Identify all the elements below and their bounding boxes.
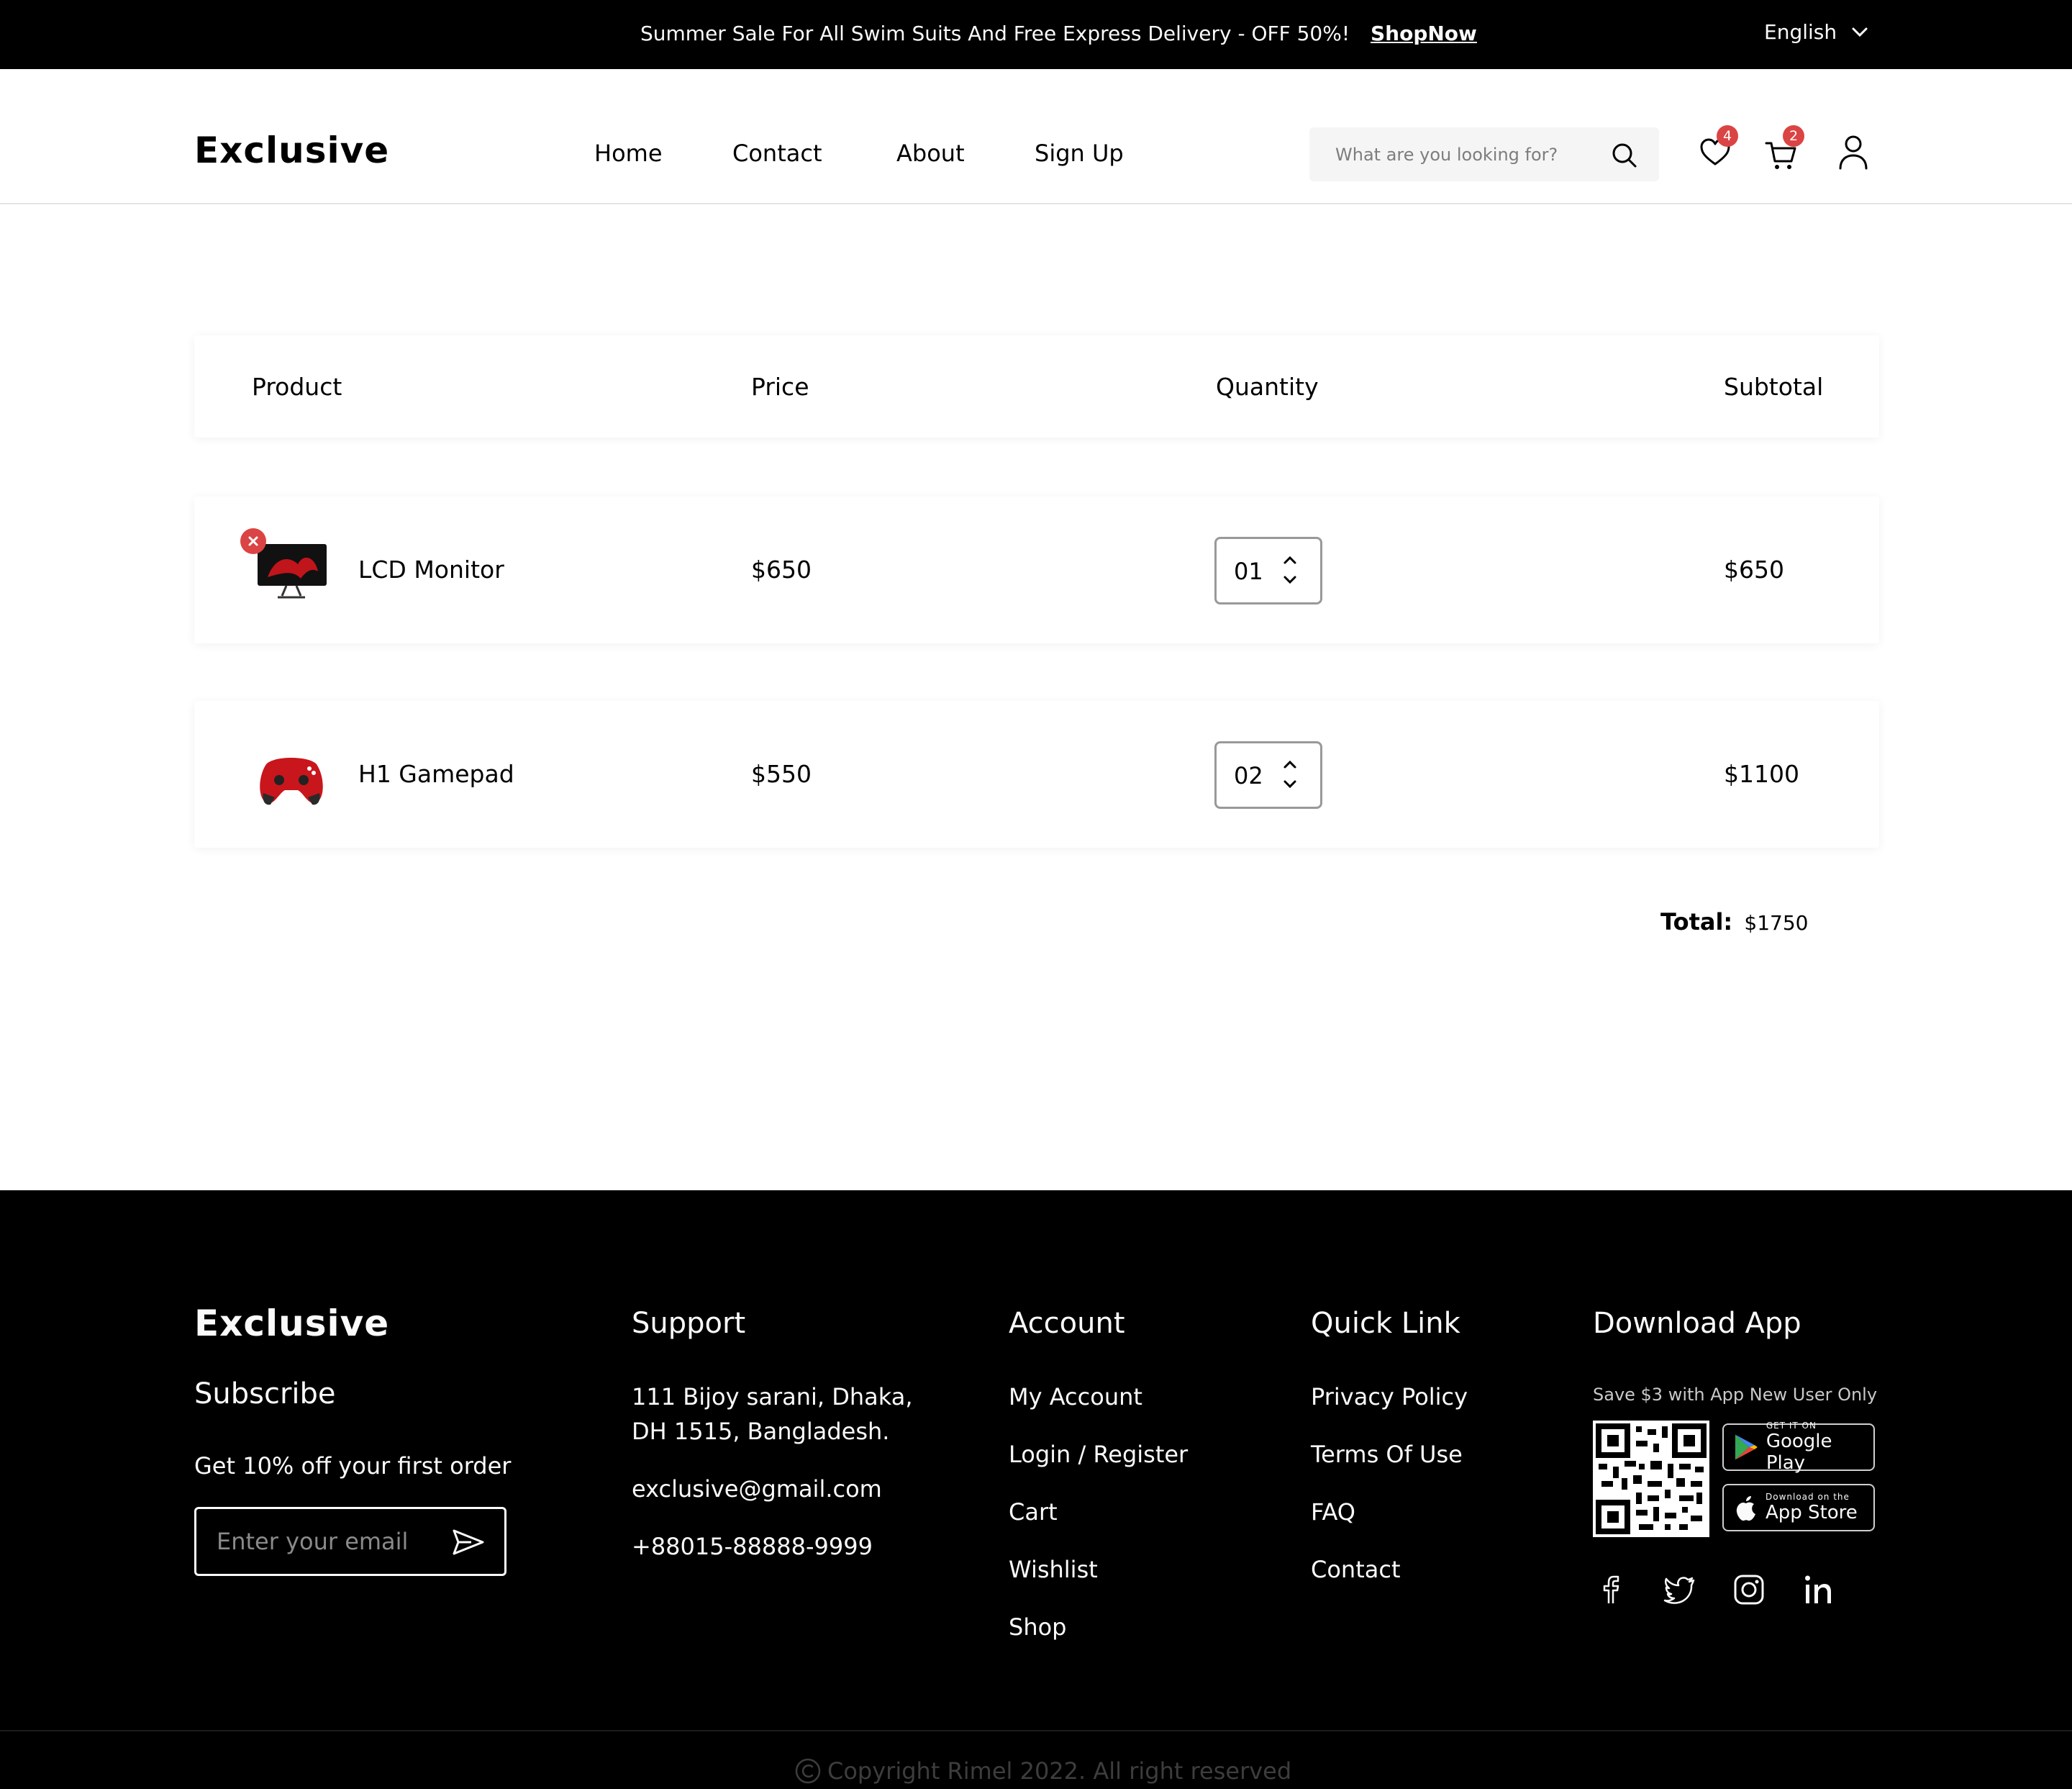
chevron-down-icon[interactable] xyxy=(1281,574,1299,586)
language-selector[interactable]: English xyxy=(1764,20,1868,44)
wishlist-count-badge: 4 xyxy=(1717,125,1738,147)
product-price: $550 xyxy=(751,760,812,788)
chevron-up-icon[interactable] xyxy=(1281,758,1299,771)
product-price: $650 xyxy=(751,556,812,584)
language-label: English xyxy=(1764,20,1837,44)
cart-row: H1 Gamepad $550 02 $1100 xyxy=(194,701,1879,848)
footer-link-contact[interactable]: Contact xyxy=(1311,1556,1401,1583)
google-play-big-text: Google Play xyxy=(1766,1431,1832,1474)
copyright-icon xyxy=(795,1758,821,1784)
search-bar xyxy=(1309,127,1659,181)
nav-sign-up[interactable]: Sign Up xyxy=(1035,140,1124,167)
site-header: Exclusive Home Contact About Sign Up 4 2 xyxy=(0,69,2072,204)
promo-text-wrap: Summer Sale For All Swim Suits And Free … xyxy=(640,22,1477,45)
column-subtotal: Subtotal xyxy=(1724,373,1824,401)
subscribe-title: Subscribe xyxy=(194,1377,336,1410)
footer-logo[interactable]: Exclusive xyxy=(194,1303,389,1344)
subscribe-form xyxy=(194,1507,506,1576)
send-icon[interactable] xyxy=(451,1528,486,1557)
column-quantity: Quantity xyxy=(1216,373,1319,401)
quick-link-title: Quick Link xyxy=(1311,1307,1460,1340)
instagram-icon[interactable] xyxy=(1731,1572,1767,1608)
footer-link-wishlist[interactable]: Wishlist xyxy=(1009,1556,1098,1583)
cart-count-badge: 2 xyxy=(1783,125,1804,147)
announcement-bar: Summer Sale For All Swim Suits And Free … xyxy=(0,0,2072,69)
promo-text: Summer Sale For All Swim Suits And Free … xyxy=(640,22,1350,45)
footer-divider xyxy=(0,1730,2072,1731)
search-input[interactable] xyxy=(1335,127,1609,181)
footer-link-privacy-policy[interactable]: Privacy Policy xyxy=(1311,1383,1468,1410)
product-subtotal: $1100 xyxy=(1724,760,1799,788)
chevron-down-icon xyxy=(1852,27,1868,37)
google-play-icon xyxy=(1735,1434,1758,1460)
cart-button[interactable]: 2 xyxy=(1764,125,1804,176)
app-store-big-text: App Store xyxy=(1766,1502,1858,1523)
total-value: $1750 xyxy=(1744,911,1809,935)
google-play-button[interactable]: GET IT ON Google Play xyxy=(1722,1421,1875,1474)
column-product: Product xyxy=(252,373,342,401)
gamepad-image xyxy=(260,758,323,805)
nav-contact[interactable]: Contact xyxy=(732,140,822,167)
search-icon[interactable] xyxy=(1610,141,1639,170)
product-name[interactable]: H1 Gamepad xyxy=(358,760,514,788)
qr-code-image xyxy=(1596,1423,1707,1534)
column-price: Price xyxy=(751,373,809,401)
support-address-line1: 111 Bijoy sarani, Dhaka, xyxy=(632,1383,913,1410)
footer-link-terms-of-use[interactable]: Terms Of Use xyxy=(1311,1441,1463,1468)
cart-row: LCD Monitor $650 01 $650 xyxy=(194,497,1879,643)
subscribe-text: Get 10% off your first order xyxy=(194,1452,512,1480)
account-button[interactable] xyxy=(1836,134,1873,171)
product-subtotal: $650 xyxy=(1724,556,1784,584)
apple-icon xyxy=(1736,1496,1755,1521)
support-phone[interactable]: +88015-88888-9999 xyxy=(632,1533,873,1560)
site-footer: Exclusive Subscribe Get 10% off your fir… xyxy=(0,1190,2072,1789)
shop-now-link[interactable]: ShopNow xyxy=(1371,22,1477,45)
cart-table-header: Product Price Quantity Subtotal xyxy=(194,335,1879,438)
close-icon xyxy=(248,536,258,546)
site-logo[interactable]: Exclusive xyxy=(194,130,389,171)
quantity-stepper[interactable]: 01 xyxy=(1214,537,1322,604)
user-icon xyxy=(1839,135,1868,170)
app-store-text: Download on the App Store xyxy=(1766,1492,1858,1523)
copyright: Copyright Rimel 2022. All right reserved xyxy=(794,1757,1291,1785)
footer-link-my-account[interactable]: My Account xyxy=(1009,1383,1142,1410)
quantity-value: 02 xyxy=(1234,762,1263,789)
qr-code xyxy=(1593,1421,1709,1537)
remove-item-button[interactable] xyxy=(240,528,266,554)
cart-total: Total: $1750 xyxy=(1660,908,1808,936)
email-input[interactable] xyxy=(217,1509,432,1574)
support-email[interactable]: exclusive@gmail.com xyxy=(632,1475,882,1503)
footer-link-faq[interactable]: FAQ xyxy=(1311,1498,1355,1526)
quantity-stepper[interactable]: 02 xyxy=(1214,741,1322,809)
wishlist-button[interactable]: 4 xyxy=(1698,125,1738,173)
chevron-down-icon[interactable] xyxy=(1281,778,1299,791)
footer-link-login-register[interactable]: Login / Register xyxy=(1009,1441,1188,1468)
app-store-button[interactable]: Download on the App Store xyxy=(1722,1484,1875,1531)
quantity-value: 01 xyxy=(1234,558,1263,585)
product-image-gamepad xyxy=(253,743,330,812)
chevron-up-icon[interactable] xyxy=(1281,553,1299,566)
download-app-note: Save $3 with App New User Only xyxy=(1593,1385,1878,1405)
linkedin-icon[interactable] xyxy=(1800,1572,1836,1608)
nav-home[interactable]: Home xyxy=(594,140,663,167)
download-app-title: Download App xyxy=(1593,1307,1801,1340)
twitter-icon[interactable] xyxy=(1662,1572,1698,1608)
app-store-small-text: Download on the xyxy=(1766,1492,1850,1502)
footer-link-shop[interactable]: Shop xyxy=(1009,1613,1066,1641)
support-title: Support xyxy=(632,1307,746,1340)
account-title: Account xyxy=(1009,1307,1125,1340)
support-address-line2: DH 1515, Bangladesh. xyxy=(632,1418,890,1445)
google-play-text: GET IT ON Google Play xyxy=(1766,1421,1873,1474)
copyright-text: Copyright Rimel 2022. All right reserved xyxy=(827,1757,1292,1785)
footer-link-cart[interactable]: Cart xyxy=(1009,1498,1058,1526)
nav-about[interactable]: About xyxy=(896,140,965,167)
facebook-icon[interactable] xyxy=(1593,1572,1629,1608)
total-label: Total: xyxy=(1660,908,1733,936)
product-name[interactable]: LCD Monitor xyxy=(358,556,504,584)
google-play-small-text: GET IT ON xyxy=(1766,1421,1817,1431)
